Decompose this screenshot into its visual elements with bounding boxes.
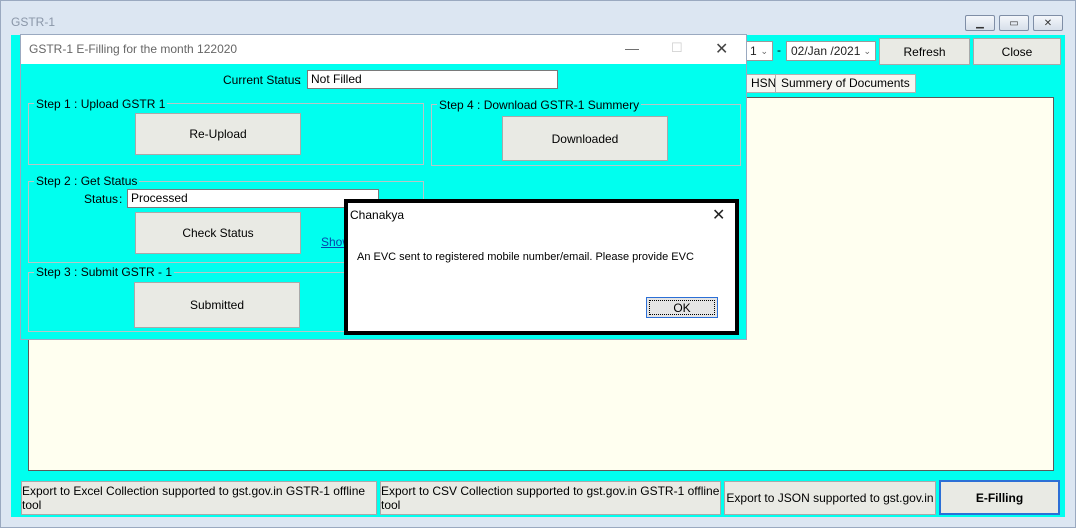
- ok-button[interactable]: OK: [646, 297, 718, 318]
- check-status-button[interactable]: Check Status: [135, 212, 301, 254]
- refresh-button[interactable]: Refresh: [879, 38, 970, 65]
- export-json-button[interactable]: Export to JSON supported to gst.gov.in: [724, 481, 936, 515]
- export-csv-button[interactable]: Export to CSV Collection supported to gs…: [380, 481, 721, 515]
- maximize-button[interactable]: ▭: [999, 15, 1029, 31]
- minimize-button[interactable]: ▁: [965, 15, 995, 31]
- step3-title: Step 3 : Submit GSTR - 1: [34, 265, 175, 279]
- date-from-combo[interactable]: 1 ⌄: [745, 41, 773, 61]
- e-filling-button[interactable]: E-Filling: [939, 480, 1060, 515]
- current-status-field[interactable]: Not Filled: [307, 70, 558, 89]
- date-to-value: 02/Jan /2021: [791, 44, 861, 58]
- chevron-down-icon: ⌄: [863, 46, 871, 56]
- tab-summery-of-documents[interactable]: Summery of Documents: [775, 74, 916, 93]
- step4-title: Step 4 : Download GSTR-1 Summery: [437, 98, 642, 112]
- export-excel-button[interactable]: Export to Excel Collection supported to …: [21, 481, 377, 515]
- step1-title: Step 1 : Upload GSTR 1: [34, 97, 168, 111]
- dialog-close-icon[interactable]: ✕: [715, 39, 728, 59]
- message-box-title: Chanakya: [350, 208, 405, 222]
- minimize-icon: ▁: [976, 17, 984, 29]
- maximize-icon: ▭: [1009, 17, 1019, 29]
- current-status-colon: :: [298, 73, 302, 87]
- close-button[interactable]: Close: [973, 38, 1061, 65]
- efiling-dialog-title: GSTR-1 E-Filling for the month 122020: [29, 42, 238, 56]
- chevron-down-icon: ⌄: [760, 46, 768, 56]
- dialog-maximize-icon: ☐: [671, 40, 683, 55]
- message-box-body: Chanakya ✕ An EVC sent to registered mob…: [348, 203, 735, 331]
- dialog-minimize-icon[interactable]: —: [625, 40, 639, 56]
- current-status-label: Current Status: [223, 73, 301, 87]
- step2-title: Step 2 : Get Status: [34, 174, 140, 188]
- status-field[interactable]: Processed: [127, 189, 379, 208]
- downloaded-button[interactable]: Downloaded: [502, 116, 668, 161]
- message-box-text: An EVC sent to registered mobile number/…: [357, 251, 694, 263]
- close-icon[interactable]: ✕: [712, 205, 725, 225]
- main-window-title: GSTR-1: [11, 15, 56, 29]
- status-colon: :: [119, 192, 123, 206]
- re-upload-button[interactable]: Re-Upload: [135, 113, 301, 155]
- date-separator: -: [777, 43, 781, 57]
- submitted-button[interactable]: Submitted: [134, 282, 300, 328]
- close-window-button[interactable]: ✕: [1033, 15, 1063, 31]
- close-icon: ✕: [1043, 17, 1053, 29]
- date-from-value: 1: [750, 44, 757, 58]
- date-to-combo[interactable]: 02/Jan /2021 ⌄: [786, 41, 876, 61]
- status-label: Status: [84, 192, 119, 206]
- message-box: Chanakya ✕ An EVC sent to registered mob…: [344, 199, 739, 335]
